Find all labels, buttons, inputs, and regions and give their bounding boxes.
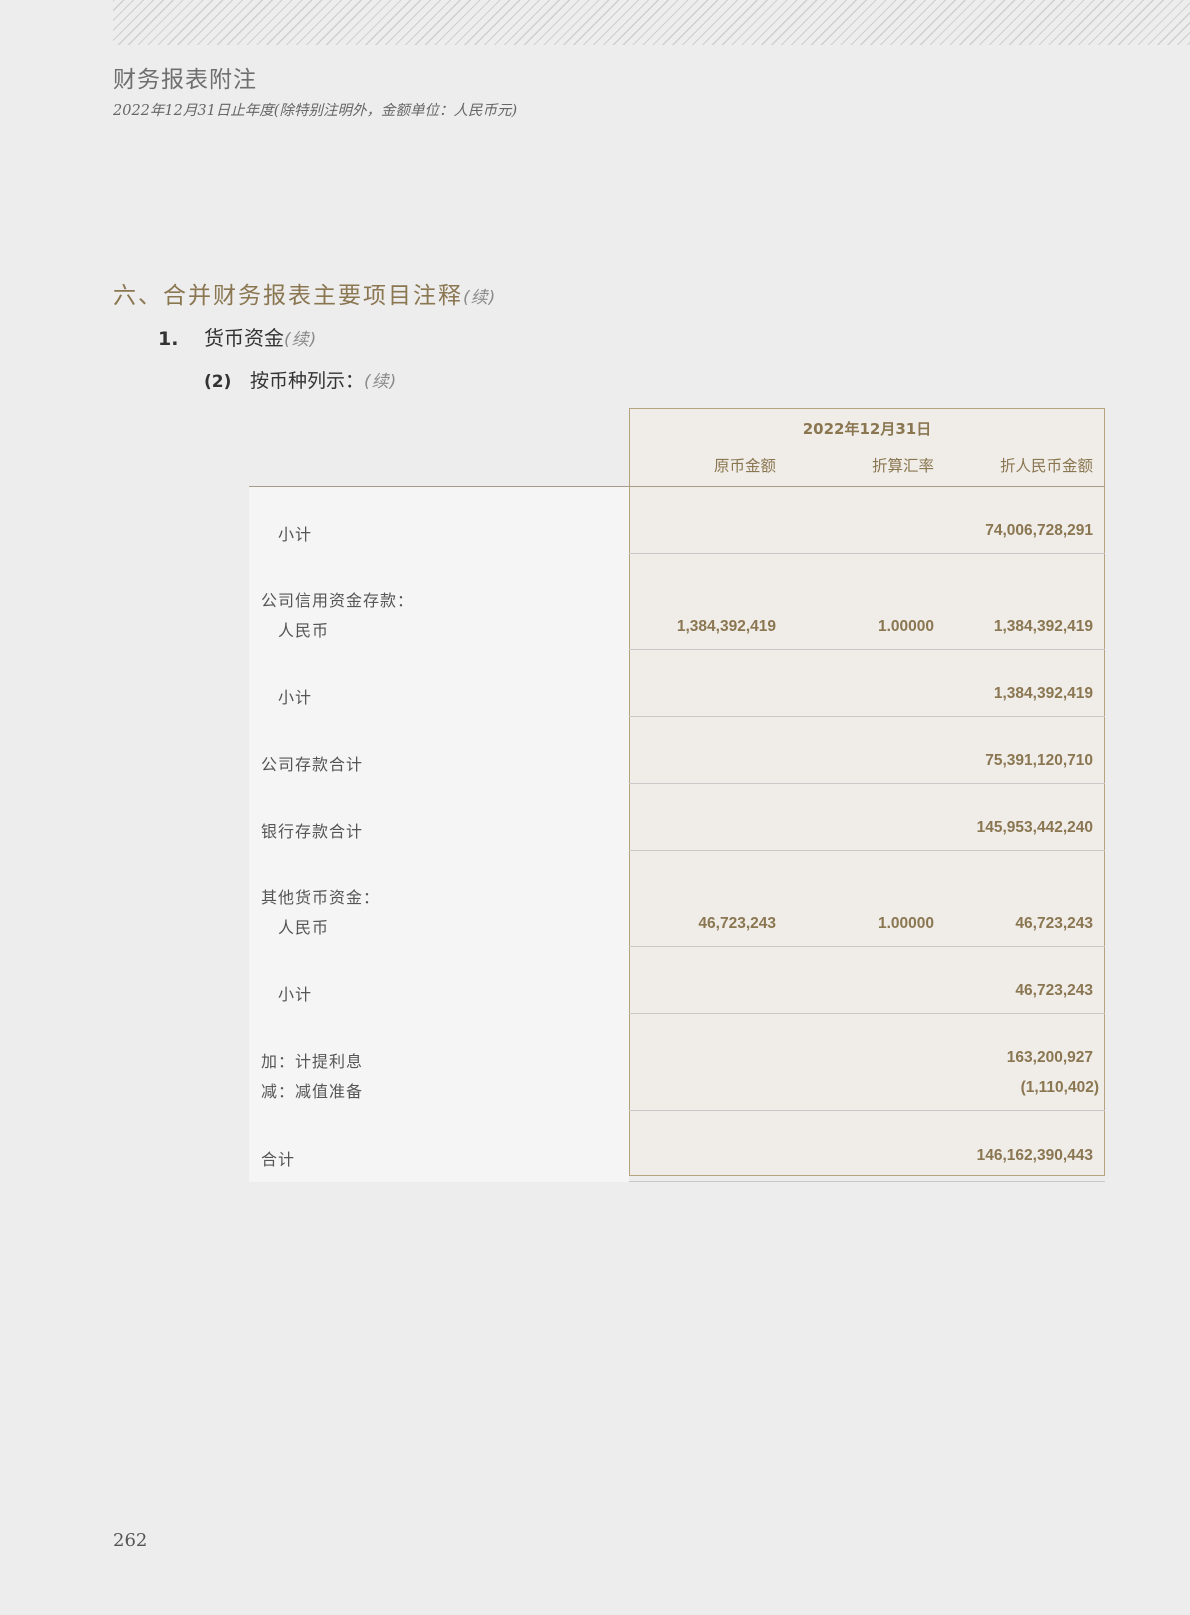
table-row: 人民币 46,723,243 1.00000 46,723,243 xyxy=(249,909,1105,939)
row-label: 银行存款合计 xyxy=(261,822,364,841)
section-heading: 六、合并财务报表主要项目注释(续) xyxy=(113,276,496,310)
currency-table: 2022年12月31日 原币金额 折算汇率 折人民币金额 小计 74,006,7… xyxy=(249,408,1105,1182)
header-hatch-decoration xyxy=(113,0,1190,45)
table-row-group: 小计 46,723,243 xyxy=(249,947,1105,1014)
section-continued: (续) xyxy=(463,288,497,308)
page-number: 262 xyxy=(113,1530,148,1551)
original-amount: 46,723,243 xyxy=(698,915,776,932)
row-label: 公司存款合计 xyxy=(261,755,364,774)
rmb-amount: 1,384,392,419 xyxy=(993,685,1093,702)
table-header: 2022年12月31日 原币金额 折算汇率 折人民币金额 xyxy=(249,408,1105,487)
table-row-group: 小计 1,384,392,419 xyxy=(249,650,1105,717)
exchange-rate: 1.00000 xyxy=(877,618,934,635)
rmb-amount: 46,723,243 xyxy=(1015,915,1093,932)
table-row: 减：减值准备 (1,110,402) xyxy=(249,1073,1105,1103)
subsection-2-title: 按币种列示： xyxy=(250,370,365,392)
header-exchange-rate: 折算汇率 xyxy=(871,457,934,475)
subsection-2-number: (2) xyxy=(204,372,232,392)
table-row-group: 合计 146,162,390,443 xyxy=(249,1111,1105,1182)
rmb-amount: 145,953,442,240 xyxy=(976,819,1093,836)
row-label: 加：计提利息 xyxy=(261,1052,364,1071)
row-label: 公司信用资金存款： xyxy=(261,591,415,610)
row-label: 小计 xyxy=(278,688,313,707)
rmb-amount: 74,006,728,291 xyxy=(985,522,1093,539)
header-rmb-amount: 折人民币金额 xyxy=(999,457,1093,475)
subsection-1-heading: 1. 货币资金(续) xyxy=(158,322,317,351)
exchange-rate: 1.00000 xyxy=(877,915,934,932)
row-label: 减：减值准备 xyxy=(261,1082,364,1101)
row-label: 小计 xyxy=(278,525,313,544)
table-row: 人民币 1,384,392,419 1.00000 1,384,392,419 xyxy=(249,612,1105,642)
header-date: 2022年12月31日 xyxy=(802,420,932,438)
table-row: 其他货币资金： xyxy=(249,879,1105,909)
table-row-group: 加：计提利息 163,200,927 减：减值准备 (1,110,402) xyxy=(249,1014,1105,1111)
row-label: 人民币 xyxy=(278,621,330,640)
rmb-amount: 1,384,392,419 xyxy=(993,618,1093,635)
subsection-1-title: 货币资金 xyxy=(204,326,284,350)
subsection-1-continued: (续) xyxy=(284,330,318,350)
table-row: 公司信用资金存款： xyxy=(249,582,1105,612)
subsection-2-heading: (2) 按币种列示：(续) xyxy=(204,366,397,393)
table-row: 公司存款合计 75,391,120,710 xyxy=(249,746,1105,776)
table-row: 小计 1,384,392,419 xyxy=(249,679,1105,709)
document-title: 财务报表附注 xyxy=(113,67,257,93)
row-label: 小计 xyxy=(278,985,313,1004)
table-row-group: 其他货币资金： 人民币 46,723,243 1.00000 46,723,24… xyxy=(249,851,1105,947)
row-label: 合计 xyxy=(261,1150,296,1169)
rmb-amount: (1,110,402) xyxy=(1020,1079,1099,1096)
table-row: 加：计提利息 163,200,927 xyxy=(249,1043,1105,1073)
rmb-amount: 46,723,243 xyxy=(1015,982,1093,999)
table-row-group: 公司信用资金存款： 人民币 1,384,392,419 1.00000 1,38… xyxy=(249,554,1105,650)
table-row: 小计 74,006,728,291 xyxy=(249,516,1105,546)
section-title: 六、合并财务报表主要项目注释 xyxy=(113,283,463,309)
table-row-group: 小计 74,006,728,291 xyxy=(249,487,1105,554)
original-amount: 1,384,392,419 xyxy=(676,618,776,635)
rmb-amount: 163,200,927 xyxy=(1006,1049,1093,1066)
table-row: 合计 146,162,390,443 xyxy=(249,1141,1105,1171)
document-subtitle: 2022年12月31日止年度(除特别注明外，金额单位：人民币元) xyxy=(113,103,518,119)
rmb-amount: 146,162,390,443 xyxy=(976,1147,1093,1164)
table-row: 小计 46,723,243 xyxy=(249,976,1105,1006)
table-row: 银行存款合计 145,953,442,240 xyxy=(249,813,1105,843)
header-original-amount: 原币金额 xyxy=(713,457,776,475)
row-label: 人民币 xyxy=(278,918,330,937)
rmb-amount: 75,391,120,710 xyxy=(985,752,1093,769)
table-row-group: 银行存款合计 145,953,442,240 xyxy=(249,784,1105,851)
subsection-2-continued: (续) xyxy=(364,372,398,392)
table-row-group: 公司存款合计 75,391,120,710 xyxy=(249,717,1105,784)
row-label: 其他货币资金： xyxy=(261,888,381,907)
subsection-1-number: 1. xyxy=(158,328,179,350)
